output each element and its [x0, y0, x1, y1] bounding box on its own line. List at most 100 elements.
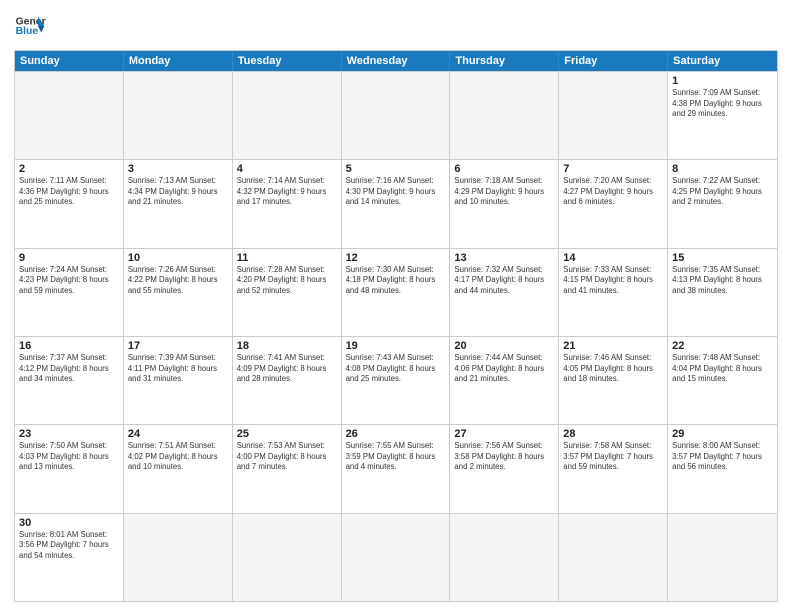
- cell-info: Sunrise: 7:58 AM Sunset: 3:57 PM Dayligh…: [563, 441, 663, 473]
- calendar-cell: 4Sunrise: 7:14 AM Sunset: 4:32 PM Daylig…: [233, 160, 342, 247]
- calendar-cell: [124, 72, 233, 159]
- calendar-cell: 21Sunrise: 7:46 AM Sunset: 4:05 PM Dayli…: [559, 337, 668, 424]
- calendar-cell: 26Sunrise: 7:55 AM Sunset: 3:59 PM Dayli…: [342, 425, 451, 512]
- cell-info: Sunrise: 7:50 AM Sunset: 4:03 PM Dayligh…: [19, 441, 119, 473]
- day-number: 10: [128, 252, 228, 264]
- calendar-cell: [668, 514, 777, 601]
- day-number: 27: [454, 428, 554, 440]
- calendar-cell: 15Sunrise: 7:35 AM Sunset: 4:13 PM Dayli…: [668, 249, 777, 336]
- day-number: 4: [237, 163, 337, 175]
- cell-info: Sunrise: 7:53 AM Sunset: 4:00 PM Dayligh…: [237, 441, 337, 473]
- day-number: 7: [563, 163, 663, 175]
- cell-info: Sunrise: 7:16 AM Sunset: 4:30 PM Dayligh…: [346, 176, 446, 208]
- day-number: 3: [128, 163, 228, 175]
- day-number: 22: [672, 340, 773, 352]
- cell-info: Sunrise: 7:14 AM Sunset: 4:32 PM Dayligh…: [237, 176, 337, 208]
- calendar-row: 16Sunrise: 7:37 AM Sunset: 4:12 PM Dayli…: [15, 336, 777, 424]
- calendar-cell: 2Sunrise: 7:11 AM Sunset: 4:36 PM Daylig…: [15, 160, 124, 247]
- day-number: 15: [672, 252, 773, 264]
- logo: General Blue: [14, 10, 46, 42]
- cell-info: Sunrise: 7:18 AM Sunset: 4:29 PM Dayligh…: [454, 176, 554, 208]
- weekday-header: Thursday: [450, 51, 559, 71]
- day-number: 17: [128, 340, 228, 352]
- day-number: 8: [672, 163, 773, 175]
- weekday-header: Wednesday: [342, 51, 451, 71]
- day-number: 24: [128, 428, 228, 440]
- cell-info: Sunrise: 7:30 AM Sunset: 4:18 PM Dayligh…: [346, 265, 446, 297]
- calendar-cell: 25Sunrise: 7:53 AM Sunset: 4:00 PM Dayli…: [233, 425, 342, 512]
- cell-info: Sunrise: 8:00 AM Sunset: 3:57 PM Dayligh…: [672, 441, 773, 473]
- day-number: 19: [346, 340, 446, 352]
- header: General Blue: [14, 10, 778, 42]
- calendar-cell: 12Sunrise: 7:30 AM Sunset: 4:18 PM Dayli…: [342, 249, 451, 336]
- calendar-cell: 5Sunrise: 7:16 AM Sunset: 4:30 PM Daylig…: [342, 160, 451, 247]
- day-number: 30: [19, 517, 119, 529]
- cell-info: Sunrise: 7:44 AM Sunset: 4:06 PM Dayligh…: [454, 353, 554, 385]
- calendar-cell: 23Sunrise: 7:50 AM Sunset: 4:03 PM Dayli…: [15, 425, 124, 512]
- calendar-cell: 18Sunrise: 7:41 AM Sunset: 4:09 PM Dayli…: [233, 337, 342, 424]
- cell-info: Sunrise: 7:33 AM Sunset: 4:15 PM Dayligh…: [563, 265, 663, 297]
- calendar-cell: 30Sunrise: 8:01 AM Sunset: 3:56 PM Dayli…: [15, 514, 124, 601]
- cell-info: Sunrise: 7:32 AM Sunset: 4:17 PM Dayligh…: [454, 265, 554, 297]
- calendar-row: 9Sunrise: 7:24 AM Sunset: 4:23 PM Daylig…: [15, 248, 777, 336]
- cell-info: Sunrise: 7:26 AM Sunset: 4:22 PM Dayligh…: [128, 265, 228, 297]
- weekday-header: Saturday: [668, 51, 777, 71]
- calendar-cell: 6Sunrise: 7:18 AM Sunset: 4:29 PM Daylig…: [450, 160, 559, 247]
- cell-info: Sunrise: 7:22 AM Sunset: 4:25 PM Dayligh…: [672, 176, 773, 208]
- cell-info: Sunrise: 7:37 AM Sunset: 4:12 PM Dayligh…: [19, 353, 119, 385]
- calendar-cell: 27Sunrise: 7:56 AM Sunset: 3:58 PM Dayli…: [450, 425, 559, 512]
- day-number: 25: [237, 428, 337, 440]
- calendar-cell: [15, 72, 124, 159]
- cell-info: Sunrise: 7:35 AM Sunset: 4:13 PM Dayligh…: [672, 265, 773, 297]
- calendar-cell: 1Sunrise: 7:09 AM Sunset: 4:38 PM Daylig…: [668, 72, 777, 159]
- calendar-cell: [450, 72, 559, 159]
- day-number: 16: [19, 340, 119, 352]
- calendar-cell: 17Sunrise: 7:39 AM Sunset: 4:11 PM Dayli…: [124, 337, 233, 424]
- day-number: 23: [19, 428, 119, 440]
- logo-icon: General Blue: [14, 10, 46, 42]
- day-number: 11: [237, 252, 337, 264]
- cell-info: Sunrise: 7:48 AM Sunset: 4:04 PM Dayligh…: [672, 353, 773, 385]
- day-number: 28: [563, 428, 663, 440]
- cell-info: Sunrise: 8:01 AM Sunset: 3:56 PM Dayligh…: [19, 530, 119, 562]
- calendar-cell: [342, 514, 451, 601]
- calendar-cell: 10Sunrise: 7:26 AM Sunset: 4:22 PM Dayli…: [124, 249, 233, 336]
- calendar-cell: [559, 514, 668, 601]
- cell-info: Sunrise: 7:55 AM Sunset: 3:59 PM Dayligh…: [346, 441, 446, 473]
- cell-info: Sunrise: 7:13 AM Sunset: 4:34 PM Dayligh…: [128, 176, 228, 208]
- calendar-cell: 8Sunrise: 7:22 AM Sunset: 4:25 PM Daylig…: [668, 160, 777, 247]
- day-number: 21: [563, 340, 663, 352]
- calendar-cell: 16Sunrise: 7:37 AM Sunset: 4:12 PM Dayli…: [15, 337, 124, 424]
- calendar-cell: [450, 514, 559, 601]
- calendar: SundayMondayTuesdayWednesdayThursdayFrid…: [14, 50, 778, 602]
- day-number: 5: [346, 163, 446, 175]
- weekday-header: Friday: [559, 51, 668, 71]
- calendar-cell: 29Sunrise: 8:00 AM Sunset: 3:57 PM Dayli…: [668, 425, 777, 512]
- day-number: 6: [454, 163, 554, 175]
- calendar-body: 1Sunrise: 7:09 AM Sunset: 4:38 PM Daylig…: [15, 71, 777, 601]
- calendar-cell: 22Sunrise: 7:48 AM Sunset: 4:04 PM Dayli…: [668, 337, 777, 424]
- day-number: 9: [19, 252, 119, 264]
- cell-info: Sunrise: 7:46 AM Sunset: 4:05 PM Dayligh…: [563, 353, 663, 385]
- calendar-header: SundayMondayTuesdayWednesdayThursdayFrid…: [15, 51, 777, 71]
- calendar-cell: [559, 72, 668, 159]
- calendar-cell: [124, 514, 233, 601]
- day-number: 14: [563, 252, 663, 264]
- weekday-header: Sunday: [15, 51, 124, 71]
- day-number: 13: [454, 252, 554, 264]
- calendar-cell: 28Sunrise: 7:58 AM Sunset: 3:57 PM Dayli…: [559, 425, 668, 512]
- calendar-cell: [233, 72, 342, 159]
- calendar-cell: [342, 72, 451, 159]
- calendar-row: 1Sunrise: 7:09 AM Sunset: 4:38 PM Daylig…: [15, 71, 777, 159]
- svg-text:Blue: Blue: [16, 26, 39, 37]
- calendar-cell: 20Sunrise: 7:44 AM Sunset: 4:06 PM Dayli…: [450, 337, 559, 424]
- cell-info: Sunrise: 7:20 AM Sunset: 4:27 PM Dayligh…: [563, 176, 663, 208]
- cell-info: Sunrise: 7:56 AM Sunset: 3:58 PM Dayligh…: [454, 441, 554, 473]
- day-number: 29: [672, 428, 773, 440]
- day-number: 18: [237, 340, 337, 352]
- day-number: 2: [19, 163, 119, 175]
- calendar-cell: 11Sunrise: 7:28 AM Sunset: 4:20 PM Dayli…: [233, 249, 342, 336]
- calendar-cell: 3Sunrise: 7:13 AM Sunset: 4:34 PM Daylig…: [124, 160, 233, 247]
- cell-info: Sunrise: 7:39 AM Sunset: 4:11 PM Dayligh…: [128, 353, 228, 385]
- day-number: 26: [346, 428, 446, 440]
